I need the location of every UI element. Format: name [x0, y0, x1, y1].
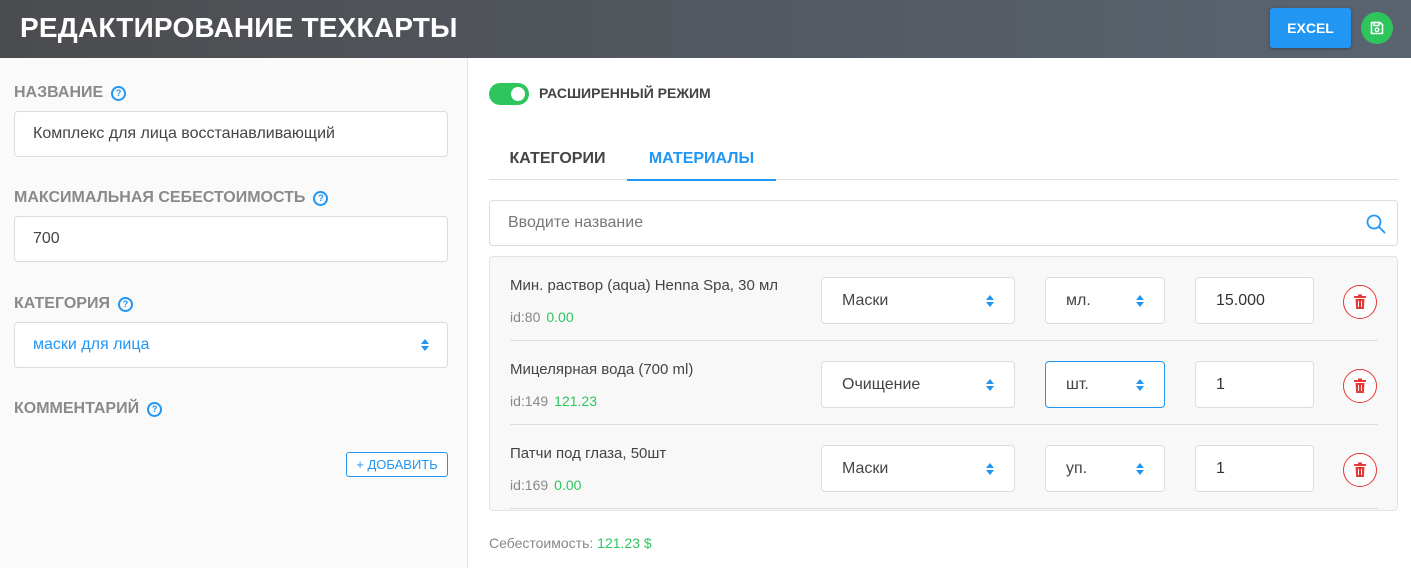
- material-id: id:149: [510, 393, 549, 409]
- material-category-select[interactable]: Маски: [821, 445, 1015, 492]
- material-search: [489, 200, 1398, 246]
- category-select[interactable]: маски для лица: [14, 322, 448, 368]
- delete-material-button[interactable]: [1343, 369, 1377, 403]
- advanced-mode-toggle[interactable]: [489, 83, 529, 105]
- material-name: Мицелярная вода (700 ml): [510, 361, 694, 378]
- name-label: НАЗВАНИЕ ?: [14, 84, 127, 102]
- advanced-mode-label: РАСШИРЕННЫЙ РЕЖИМ: [539, 85, 711, 101]
- save-button[interactable]: [1361, 12, 1393, 44]
- material-meta: id:80 0.00: [510, 309, 574, 325]
- tab-materials[interactable]: МАТЕРИАЛЫ: [627, 138, 776, 181]
- trash-icon: [1354, 378, 1366, 393]
- materials-panel: РАСШИРЕННЫЙ РЕЖИМ КАТЕГОРИИ МАТЕРИАЛЫ Ми…: [469, 58, 1411, 568]
- material-quantity-input[interactable]: 15.000: [1195, 277, 1314, 324]
- delete-material-button[interactable]: [1343, 453, 1377, 487]
- material-unit-select[interactable]: мл.: [1045, 277, 1165, 324]
- material-row: Мин. раствор (aqua) Henna Spa, 30 мл id:…: [490, 257, 1397, 341]
- help-icon[interactable]: ?: [147, 401, 163, 417]
- max-cost-label: МАКСИМАЛЬНАЯ СЕБЕСТОИМОСТЬ ?: [14, 189, 329, 207]
- cost-summary-label: Себестоимость:: [489, 535, 594, 551]
- select-arrows-icon: [986, 462, 994, 475]
- name-field[interactable]: Комплекс для лица восстанавливающий: [14, 111, 448, 157]
- trash-icon: [1354, 462, 1366, 477]
- select-arrows-icon: [986, 294, 994, 307]
- material-unit-select[interactable]: шт.: [1045, 361, 1165, 408]
- help-icon[interactable]: ?: [313, 190, 329, 206]
- material-meta: id:169 0.00: [510, 477, 581, 493]
- trash-icon: [1354, 294, 1366, 309]
- page-title: РЕДАКТИРОВАНИЕ ТЕХКАРТЫ: [20, 12, 458, 43]
- search-input[interactable]: [508, 201, 1348, 245]
- material-category-select[interactable]: Маски: [821, 277, 1015, 324]
- material-cost: 0.00: [546, 309, 574, 325]
- select-arrows-icon: [421, 339, 429, 351]
- tab-bar: КАТЕГОРИИ МАТЕРИАЛЫ: [489, 138, 1398, 181]
- row-divider: [510, 508, 1378, 509]
- material-unit-select[interactable]: уп.: [1045, 445, 1165, 492]
- add-comment-button[interactable]: + ДОБАВИТЬ: [346, 452, 448, 477]
- material-cost: 0.00: [554, 477, 582, 493]
- material-name: Мин. раствор (aqua) Henna Spa, 30 мл: [510, 277, 779, 294]
- material-id: id:169: [510, 477, 549, 493]
- help-icon[interactable]: ?: [111, 85, 127, 101]
- cost-summary: Себестоимость: 121.23 $: [489, 535, 652, 551]
- cost-summary-value: 121.23 $: [597, 535, 652, 551]
- material-quantity-input[interactable]: 1: [1195, 445, 1314, 492]
- toggle-knob: [511, 87, 525, 101]
- material-meta: id:149 121.23: [510, 393, 597, 409]
- select-arrows-icon: [1136, 378, 1144, 391]
- material-row: Патчи под глаза, 50шт id:169 0.00 Маски у…: [490, 425, 1397, 509]
- select-arrows-icon: [986, 378, 994, 391]
- material-row: Мицелярная вода (700 ml) id:149 121.23 Оч…: [490, 341, 1397, 425]
- tab-categories[interactable]: КАТЕГОРИИ: [489, 138, 626, 180]
- material-id: id:80: [510, 309, 541, 325]
- search-icon[interactable]: [1365, 213, 1387, 235]
- comment-label: КОММЕНТАРИЙ ?: [14, 400, 163, 418]
- material-category-select[interactable]: Очищение: [821, 361, 1015, 408]
- excel-export-button[interactable]: EXCEL: [1270, 8, 1351, 48]
- material-cost: 121.23: [554, 393, 597, 409]
- select-arrows-icon: [1136, 294, 1144, 307]
- delete-material-button[interactable]: [1343, 285, 1377, 319]
- category-label: КАТЕГОРИЯ ?: [14, 295, 133, 313]
- select-arrows-icon: [1136, 462, 1144, 475]
- save-icon: [1370, 21, 1384, 35]
- max-cost-field[interactable]: 700: [14, 216, 448, 262]
- page-header: РЕДАКТИРОВАНИЕ ТЕХКАРТЫ EXCEL: [0, 0, 1411, 58]
- material-quantity-input[interactable]: 1: [1195, 361, 1314, 408]
- materials-list: Мин. раствор (aqua) Henna Spa, 30 мл id:…: [489, 256, 1398, 511]
- techcard-form-panel: НАЗВАНИЕ ? Комплекс для лица восстанавли…: [0, 58, 468, 568]
- material-name: Патчи под глаза, 50шт: [510, 445, 667, 462]
- help-icon[interactable]: ?: [117, 296, 133, 312]
